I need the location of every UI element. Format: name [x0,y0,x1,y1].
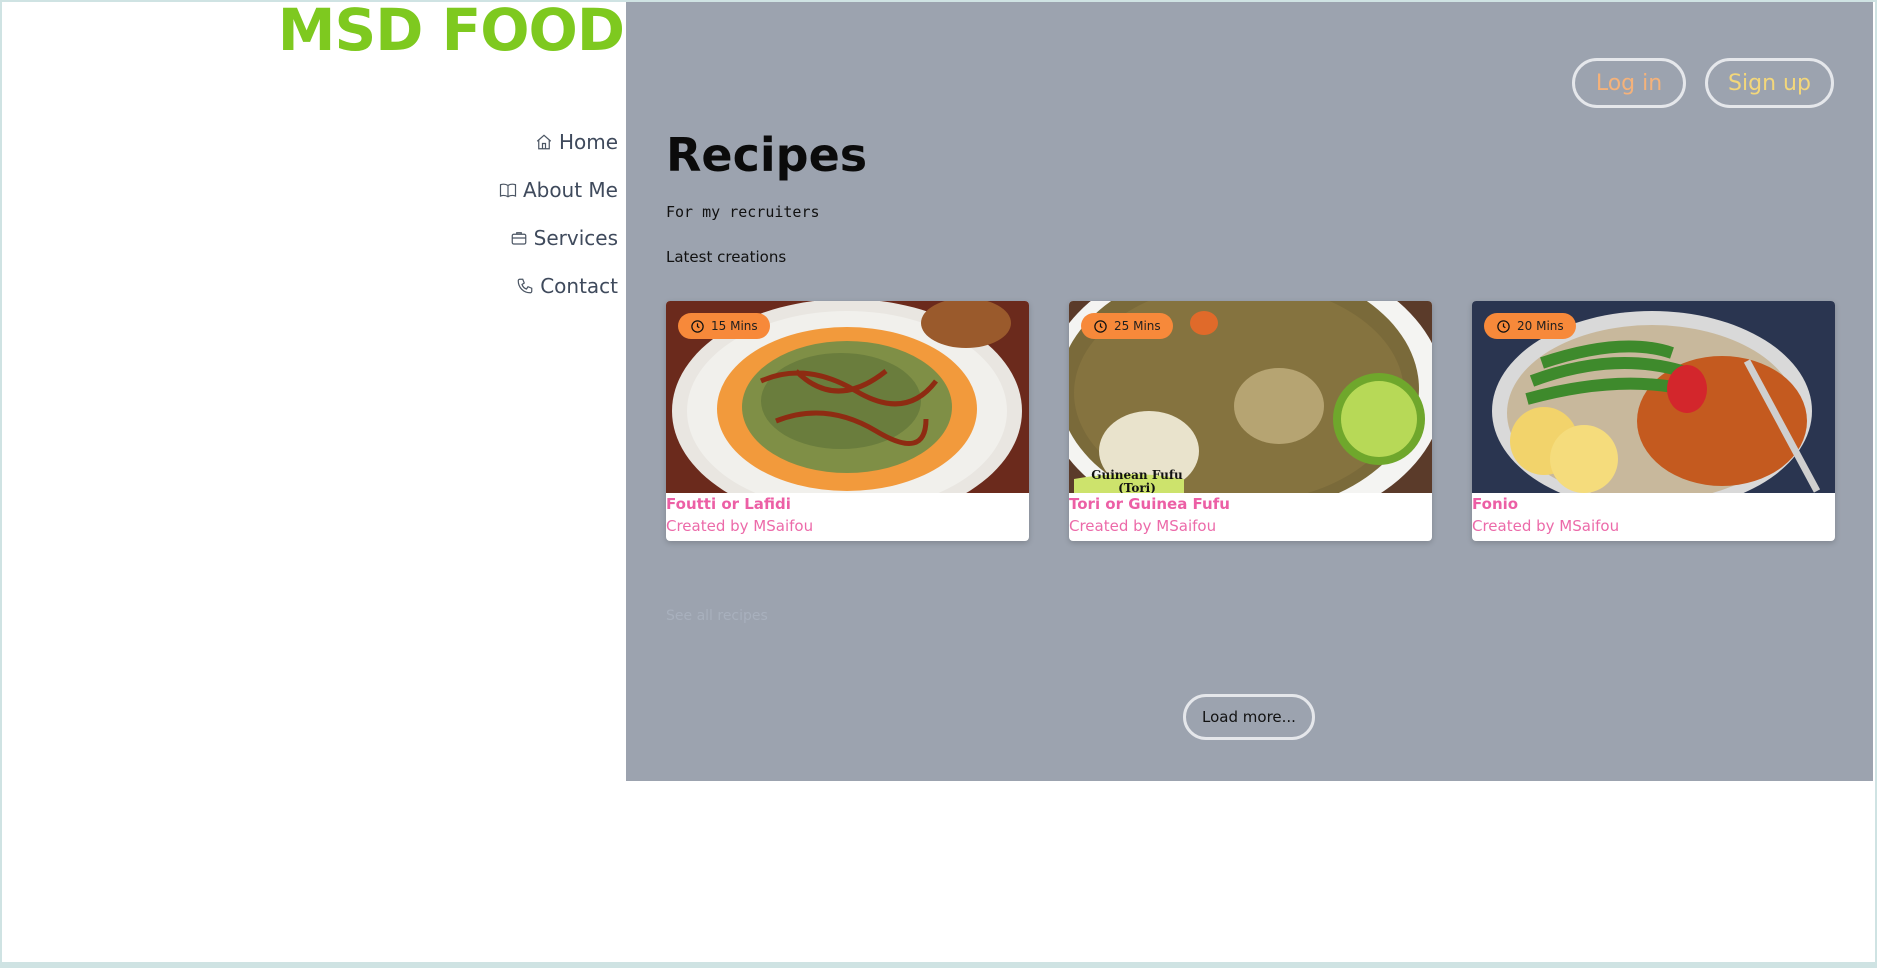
time-label: 25 Mins [1114,319,1161,333]
recipe-title[interactable]: Tori or Guinea Fufu [1069,493,1432,513]
time-label: 15 Mins [711,319,758,333]
nav-label: Services [533,226,618,250]
recipe-author: Created by MSaifou [1069,517,1217,535]
main-nav: Home About Me Services Contact [499,118,618,310]
clock-icon [1094,319,1107,333]
book-icon [499,183,517,198]
recipe-card[interactable]: 25 Mins Guinean Fufu (Tori) Tori or Guin… [1069,301,1432,541]
recipe-image: 25 Mins Guinean Fufu (Tori) [1069,301,1432,493]
nav-item-contact[interactable]: Contact [499,262,618,310]
recipe-card[interactable]: 15 Mins Foutti or Lafidi Created by MSai… [666,301,1029,541]
section-label: Latest creations [666,248,787,266]
recipe-card[interactable]: 20 Mins Fonio Created by MSaifou [1472,301,1835,541]
recipe-title[interactable]: Foutti or Lafidi [666,493,1029,513]
recipe-title[interactable]: Fonio [1472,493,1835,513]
nav-label: About Me [522,178,618,202]
clock-icon [1497,319,1510,333]
signup-button[interactable]: Sign up [1705,58,1834,108]
page-title: Recipes [666,128,868,182]
time-badge: 25 Mins [1081,313,1173,339]
recipe-author: Created by MSaifou [1472,517,1620,535]
sidebar: MSD FOOD Home About Me Services Contact [0,0,626,968]
time-badge: 15 Mins [678,313,770,339]
brand-logo[interactable]: MSD FOOD [278,0,625,64]
nav-item-home[interactable]: Home [499,118,618,166]
time-label: 20 Mins [1517,319,1564,333]
image-caption: Guinean Fufu (Tori) [1091,468,1183,494]
nav-label: Home [558,130,618,154]
phone-icon [517,278,533,294]
page-subtitle: For my recruiters [666,203,820,221]
briefcase-icon [511,232,527,245]
time-badge: 20 Mins [1484,313,1576,339]
recipe-image: 20 Mins [1472,301,1835,493]
clock-icon [691,319,704,333]
main-panel: Log in Sign up Recipes For my recruiters… [626,0,1873,781]
home-icon [536,134,552,150]
nav-item-about-me[interactable]: About Me [499,166,618,214]
see-all-link[interactable]: See all recipes [666,608,768,624]
recipe-author: Created by MSaifou [666,517,814,535]
nav-item-services[interactable]: Services [499,214,618,262]
recipe-cards: 15 Mins Foutti or Lafidi Created by MSai… [666,301,1835,541]
load-more-button[interactable]: Load more... [1183,694,1315,740]
nav-label: Contact [540,274,618,298]
recipe-image: 15 Mins [666,301,1029,493]
login-button[interactable]: Log in [1572,58,1686,108]
